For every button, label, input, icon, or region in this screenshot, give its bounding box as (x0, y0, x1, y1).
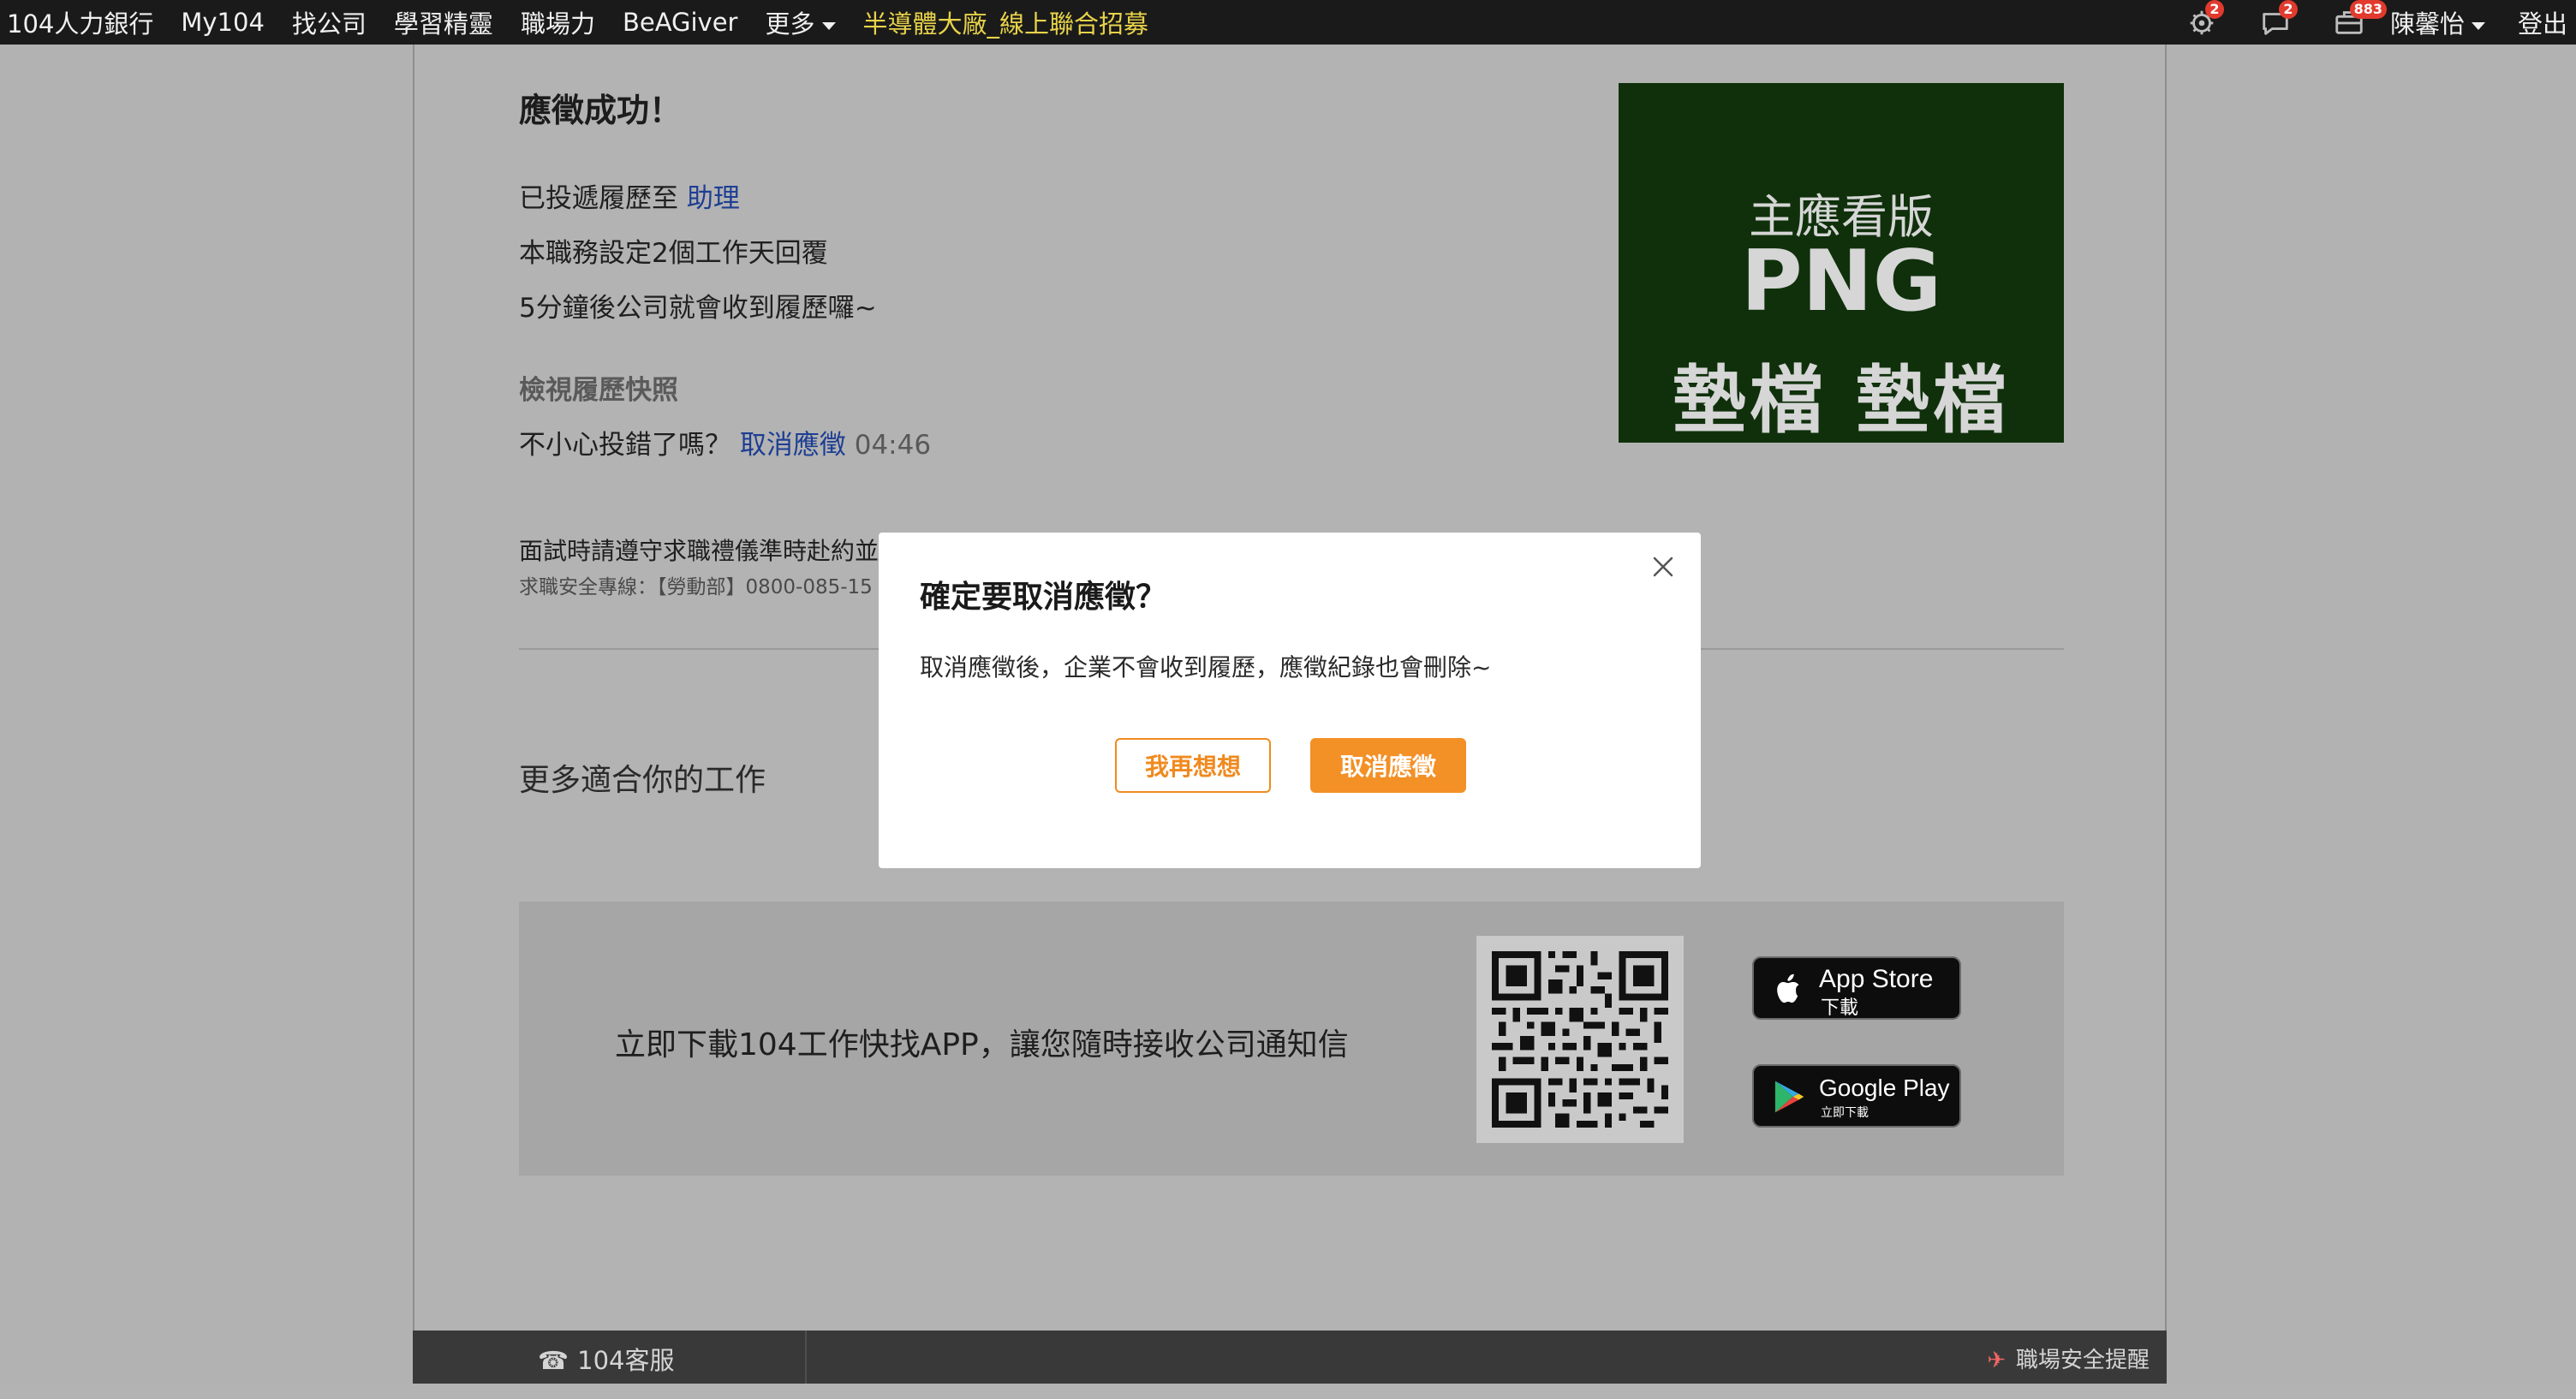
dialog-message: 取消應徵後，企業不會收到履歷，應徵紀錄也會刪除~ (920, 653, 1492, 682)
reply-line: 本職務設定2個工作天回覆 (519, 238, 828, 269)
job-link[interactable]: 助理 (687, 183, 740, 214)
customer-service-label: 104客服 (577, 1346, 675, 1375)
nav-item-beagiver[interactable]: BeAGiver (609, 8, 752, 37)
nav-item-more[interactable]: 更多 (751, 4, 849, 40)
more-jobs-title: 更多適合你的工作 (519, 763, 766, 798)
footer-bar: ☎ 104客服 ✈ 職場安全提醒 (413, 1331, 2167, 1384)
app-download-section: 立即下載104工作快找APP，讓您隨時接收公司通知信 App Store 下載 … (519, 902, 2064, 1176)
receive-line: 5分鐘後公司就會收到履歷囉~ (519, 293, 877, 324)
user-name: 陳馨怡 (2389, 9, 2465, 39)
cancel-confirm-dialog: 確定要取消應徵？ 取消應徵後，企業不會收到履歷，應徵紀錄也會刪除~ 我再想想 取… (879, 533, 1701, 868)
app-store-button[interactable]: App Store 下載 (1752, 956, 1961, 1020)
nav-item-my104[interactable]: My104 (167, 8, 278, 37)
footer-divider (805, 1331, 807, 1384)
app-store-big-label: App Store (1819, 965, 1934, 993)
qr-code (1476, 936, 1684, 1143)
close-icon (1653, 557, 1673, 577)
top-navigation-bar: 104人力銀行 My104 找公司 學習精靈 職場力 BeAGiver 更多 半… (0, 0, 2576, 45)
safety-notice-link[interactable]: ✈ 職場安全提醒 (1987, 1342, 2150, 1374)
briefcase-badge: 883 (2349, 0, 2387, 19)
wrong-prefix: 不小心投錯了嗎？ (519, 430, 731, 461)
sent-prefix: 已投遞履歷至 (519, 183, 678, 214)
resume-snapshot-link[interactable]: 檢視履歷快照 (519, 368, 678, 407)
sent-line: 已投遞履歷至 助理 (519, 176, 740, 215)
telephone-icon: ☎ (538, 1346, 569, 1375)
cancel-line: 不小心投錯了嗎？ 取消應徵 04:46 (519, 423, 931, 461)
nav-item-promo[interactable]: 半導體大廠_線上聯合招募 (850, 4, 1163, 40)
safety-hotline: 求職安全專線：【勞動部】0800-085-15 (519, 576, 873, 598)
banner-line-3: 墊檔 墊檔 (1673, 358, 2010, 444)
app-store-small-label: 下載 (1821, 997, 1859, 1019)
safety-icon: ✈ (1987, 1348, 2006, 1373)
google-play-icon (1774, 1081, 1804, 1113)
notification-icon[interactable]: 2 (2176, 0, 2227, 45)
nav-right-group: 2 2 883 陳馨怡 登出 (2154, 0, 2576, 45)
google-play-button[interactable]: Google Play 立即下載 (1752, 1064, 1961, 1128)
safety-notice-label: 職場安全提醒 (2015, 1348, 2150, 1373)
placeholder-banner[interactable]: 主應看版 PNG 墊檔 墊檔 (1619, 83, 2064, 444)
nav-item-learning[interactable]: 學習精靈 (380, 4, 507, 40)
chat-badge: 2 (2278, 0, 2298, 19)
dialog-title: 確定要取消應徵？ (920, 580, 1167, 615)
chat-icon[interactable]: 2 (2250, 0, 2301, 45)
app-download-text: 立即下載104工作快找APP，讓您隨時接收公司通知信 (615, 1027, 1349, 1063)
nav-left-group: 104人力銀行 My104 找公司 學習精靈 職場力 BeAGiver 更多 半… (0, 0, 1162, 45)
google-play-small-label: 立即下載 (1821, 1106, 1869, 1120)
nav-item-find-company[interactable]: 找公司 (278, 4, 380, 40)
nav-item-104-bank[interactable]: 104人力銀行 (0, 4, 167, 40)
user-menu[interactable]: 陳馨怡 (2390, 4, 2485, 40)
customer-service-link[interactable]: ☎ 104客服 (538, 1341, 674, 1377)
logout-link[interactable]: 登出 (2518, 4, 2567, 40)
more-label: 更多 (765, 9, 815, 39)
qr-code-icon (1492, 951, 1668, 1128)
briefcase-icon[interactable]: 883 (2323, 0, 2387, 45)
chevron-down-icon (821, 21, 836, 30)
page-title: 應徵成功！ (519, 92, 683, 129)
bottom-strip (0, 1384, 2576, 1399)
think-again-button[interactable]: 我再想想 (1115, 738, 1271, 793)
notification-badge: 2 (2204, 0, 2224, 19)
chevron-down-icon (2471, 21, 2485, 30)
google-play-big-label: Google Play (1819, 1075, 1950, 1101)
confirm-cancel-button[interactable]: 取消應徵 (1310, 738, 1466, 793)
apple-icon (1777, 973, 1799, 1003)
interview-notice: 面試時請遵守求職禮儀準時赴約並 (519, 537, 880, 565)
close-button[interactable] (1648, 551, 1679, 582)
nav-item-career-power[interactable]: 職場力 (507, 4, 609, 40)
cancel-application-link[interactable]: 取消應徵 (740, 430, 846, 461)
banner-line-2: PNG (1740, 233, 1942, 330)
countdown-timer: 04:46 (854, 430, 932, 461)
